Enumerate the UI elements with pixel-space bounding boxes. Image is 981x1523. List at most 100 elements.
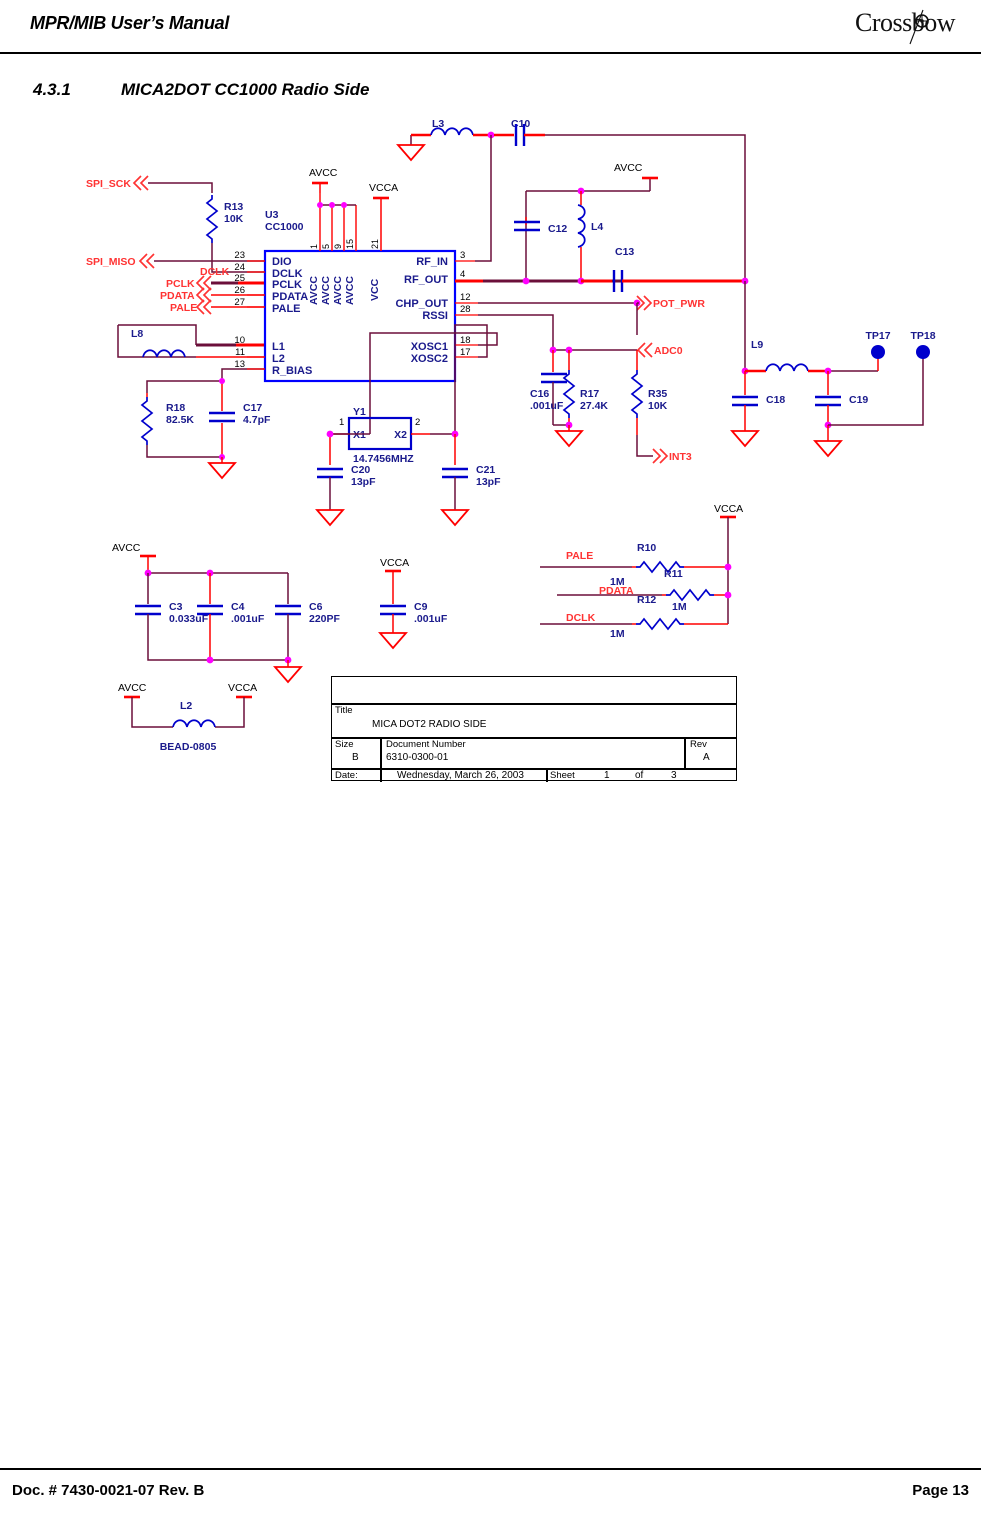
ic-pin-num-24: 24	[234, 262, 245, 273]
junction-dot	[317, 202, 323, 208]
component-ref-c13: C13	[615, 246, 634, 258]
ic-pin-label-avcc15: AVCC	[344, 276, 356, 305]
net-label-text: PALE	[170, 302, 197, 314]
title-block-size-value: B	[352, 752, 359, 763]
net-label-spi-sck[interactable]: SPI_SCK	[86, 175, 149, 191]
ic-pin-label-vcc21: VCC	[369, 278, 381, 301]
net-label-adc0[interactable]: ADC0	[636, 342, 683, 358]
chevron-left-icon	[195, 287, 212, 303]
ic-pin-label-chpout: CHP_OUT	[395, 298, 448, 310]
component-r17	[563, 369, 575, 419]
component-ref-r10: R10	[637, 542, 656, 554]
component-value-c6: 220PF	[309, 613, 341, 625]
net-label-text: PDATA	[160, 290, 195, 302]
component-ref-r35: R35	[648, 388, 667, 400]
component-c19	[815, 395, 841, 407]
ic-pin-label-rfin: RF_IN	[416, 256, 448, 268]
ic-pin-stubs-left	[247, 260, 265, 370]
crossbow-logo: Crossbow	[855, 8, 977, 46]
component-c9	[380, 604, 406, 616]
net-label-pclk[interactable]: PCLK	[166, 275, 212, 291]
junction-dot	[329, 202, 335, 208]
wire-avcc-bead	[131, 697, 173, 728]
wire-vcca-bead	[215, 697, 245, 728]
page-header: MPR/MIB User’s Manual Crossbow	[0, 0, 981, 58]
divider	[546, 768, 548, 782]
divider	[380, 737, 382, 768]
component-value-r35: 10K	[648, 400, 668, 412]
title-block-date-value: Wednesday, March 26, 2003	[397, 770, 524, 781]
ground-symbol	[274, 666, 302, 683]
title-block-docnum-value: 6310-0300-01	[386, 752, 449, 763]
junction-dot	[522, 277, 530, 285]
testpoint-tp17[interactable]	[871, 345, 885, 359]
ground-symbol	[441, 509, 469, 526]
crossbow-target-icon	[909, 9, 929, 45]
component-ref-c19: C19	[849, 394, 868, 406]
ic-pin-label-avcc5: AVCC	[320, 276, 332, 305]
component-value-c17: 4.7pF	[243, 414, 271, 426]
component-ref-c9: C9	[414, 601, 428, 613]
ic-pin-num-21: 21	[370, 239, 380, 249]
crystal-pin-num-1: 1	[339, 417, 344, 428]
wire-spi-sck	[148, 182, 213, 193]
ic-pin-num-13: 13	[234, 359, 245, 370]
junction-dot	[219, 378, 225, 384]
component-c6	[275, 604, 301, 616]
component-ref-y1: Y1	[353, 406, 366, 418]
net-label-int3[interactable]: INT3	[652, 448, 692, 464]
ic-pin-label-rbias: R_BIAS	[272, 365, 312, 377]
component-ref-c17: C17	[243, 402, 262, 414]
title-block-size-label: Size	[335, 739, 354, 750]
wire-rf-in	[475, 135, 492, 262]
net-label-pale[interactable]: PALE	[170, 299, 212, 315]
divider	[380, 768, 382, 782]
ic-pin-num-3: 3	[460, 250, 465, 261]
component-value-r13: 10K	[224, 213, 244, 225]
net-label-pale-pullup: PALE	[566, 550, 593, 562]
title-block-rev-value: A	[703, 752, 710, 763]
net-label-text: INT3	[669, 451, 692, 463]
ic-designator: U3	[265, 209, 279, 221]
wire-rbias	[221, 368, 265, 381]
crystal-pin-num-2: 2	[415, 417, 420, 428]
component-r35	[631, 369, 643, 419]
testpoint-tp18[interactable]	[916, 345, 930, 359]
component-ref-c3: C3	[169, 601, 183, 613]
ic-pin-label-rfout: RF_OUT	[404, 274, 448, 286]
component-ref-r17: R17	[580, 388, 599, 400]
component-ref-tp17: TP17	[865, 330, 890, 342]
net-label-text: ADC0	[654, 345, 683, 357]
title-block-sheet-of: of	[635, 770, 644, 781]
ic-pin-num-9: 9	[333, 244, 343, 249]
net-label-spi-miso[interactable]: SPI_MISO	[86, 253, 155, 269]
component-c3	[135, 604, 161, 616]
component-ref-r11: R11	[664, 568, 683, 580]
net-label-dclk: DCLK	[200, 266, 230, 278]
component-c18	[732, 395, 758, 407]
manual-title: MPR/MIB User’s Manual	[30, 13, 230, 33]
power-label-vcca-4: VCCA	[228, 682, 257, 694]
net-label-pot-pwr[interactable]: POT_PWR	[636, 295, 705, 311]
component-c4	[197, 604, 223, 616]
wire-r18-bottom	[146, 445, 222, 458]
ic-part-number: CC1000	[265, 221, 304, 233]
power-label-avcc: AVCC	[309, 167, 338, 179]
ic-pin-label-avcc1: AVCC	[308, 276, 320, 305]
ground-symbol	[379, 632, 407, 649]
ic-pin-num-28: 28	[460, 304, 471, 315]
net-label-text: POT_PWR	[653, 298, 705, 310]
divider	[684, 737, 686, 768]
section-title: MICA2DOT CC1000 Radio Side	[121, 80, 370, 99]
junction-dot	[724, 591, 732, 599]
component-ref-c18: C18	[766, 394, 785, 406]
component-ref-l2: L2	[180, 700, 192, 712]
ground-symbol	[731, 430, 759, 447]
ground-symbol	[814, 440, 842, 457]
schematic-title-block: Title MICA DOT2 RADIO SIDE Size B Docume…	[331, 676, 737, 782]
page-title: 4.3.1 MICA2DOT CC1000 Radio Side	[33, 80, 369, 100]
ic-pin-label-pdata: PDATA	[272, 291, 308, 303]
component-value-c21: 13pF	[476, 476, 501, 488]
component-l4	[577, 204, 586, 248]
component-ref-c16: C16	[530, 388, 549, 400]
